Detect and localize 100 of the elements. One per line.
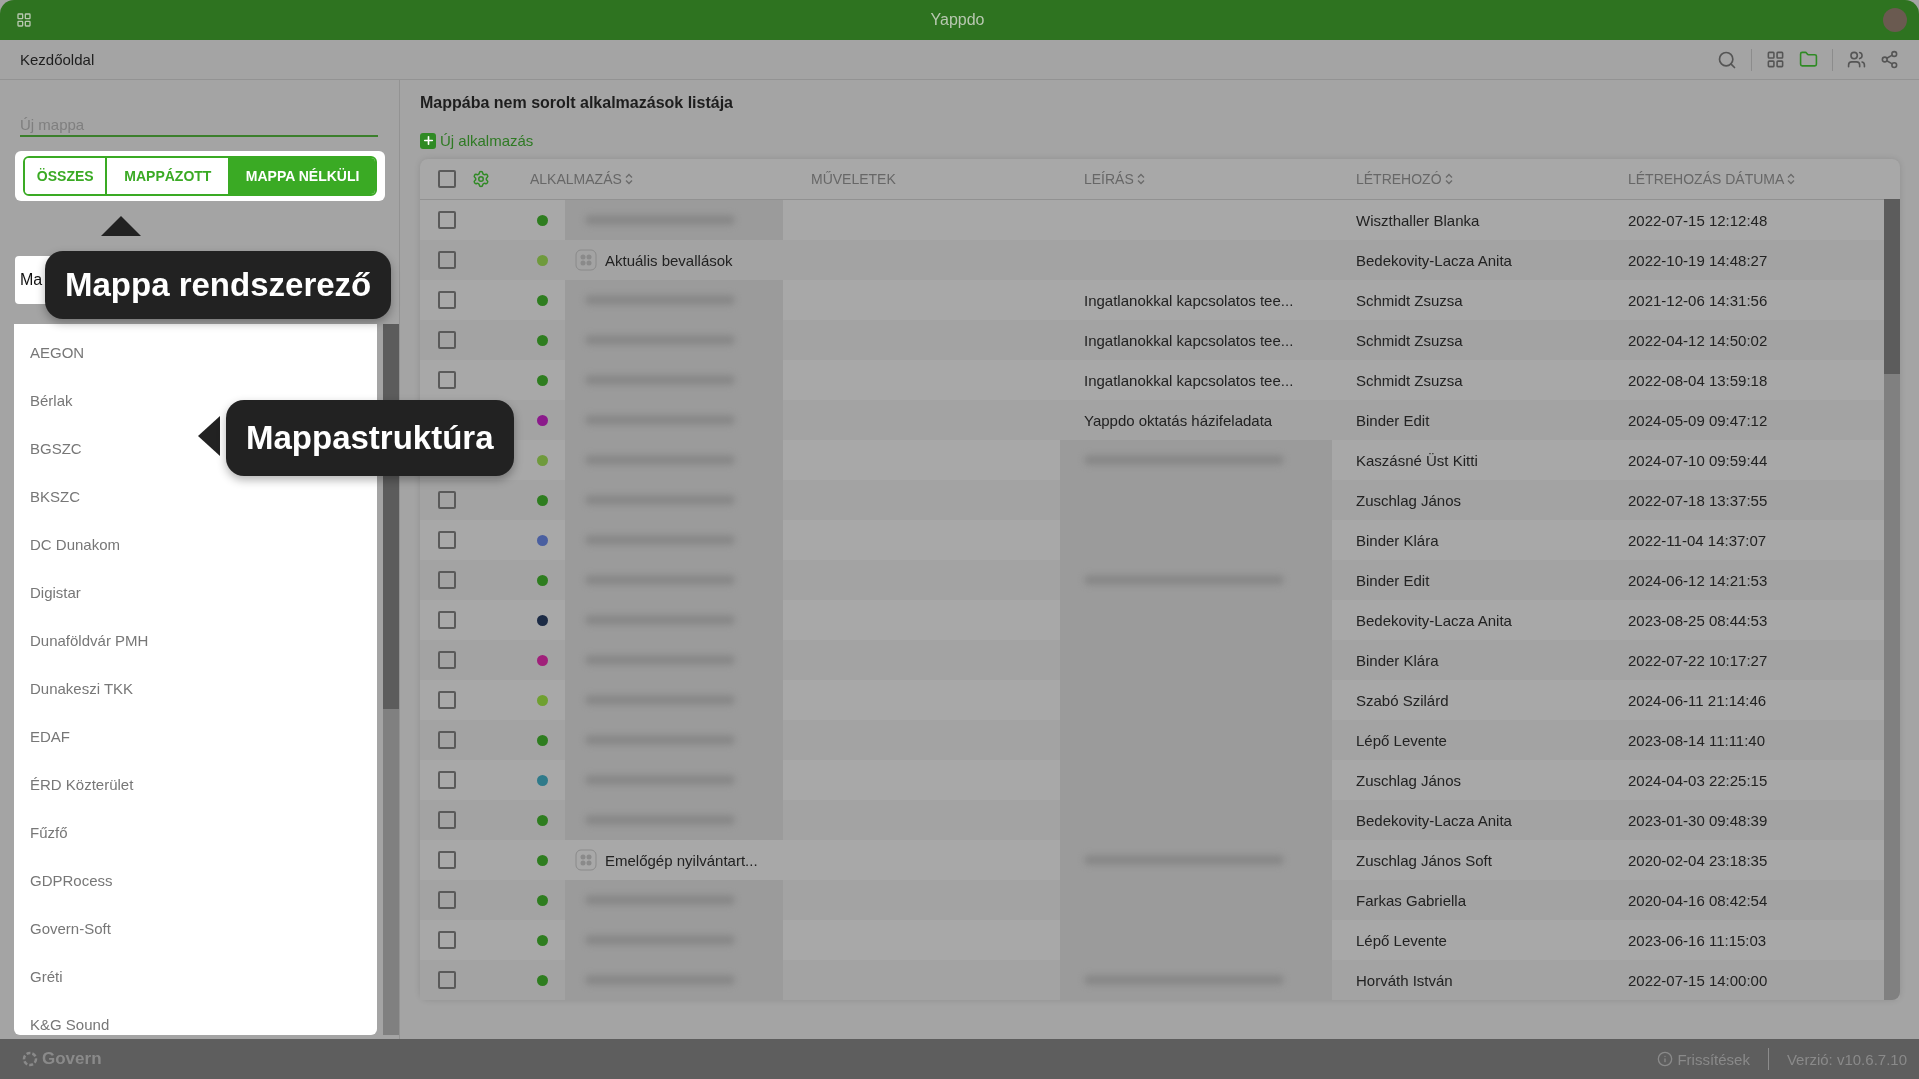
row-checkbox[interactable] [438, 971, 456, 989]
column-header[interactable]: LÉTREHOZÓ [1332, 171, 1604, 187]
date-text: 2022-07-15 14:00:00 [1627, 971, 1769, 989]
table-scrollbar[interactable] [1884, 199, 1900, 1000]
date-text: 2024-07-10 09:59:44 [1627, 451, 1769, 469]
folder-item[interactable]: Gréti [14, 952, 378, 1000]
creator-text: Kaszásné Üst Kitti [1355, 451, 1479, 469]
folder-item[interactable]: Dunaföldvár PMH [14, 616, 378, 664]
sort-icon[interactable] [1444, 173, 1453, 185]
breadcrumb[interactable]: Kezdőoldal [20, 51, 95, 68]
creator-text: Bedekovity-Lacza Anita [1355, 251, 1513, 269]
tooltip-pointer [101, 216, 141, 236]
row-checkbox[interactable] [438, 531, 456, 549]
grid-icon[interactable] [1766, 50, 1785, 69]
sort-icon[interactable] [1787, 173, 1796, 185]
description-text: Ingatlanokkal kapcsolatos tee... [1084, 331, 1294, 349]
date-text: 2023-06-16 11:15:03 [1627, 931, 1768, 949]
tooltip: Mappastruktúra [226, 400, 514, 476]
date-text: 2020-04-16 08:42:54 [1627, 891, 1769, 909]
folder-item[interactable]: Govern-Soft [14, 904, 378, 952]
row-checkbox[interactable] [438, 771, 456, 789]
plus-icon[interactable] [420, 132, 436, 149]
folder-item[interactable]: AEGON [14, 328, 378, 376]
sort-icon[interactable] [1136, 173, 1145, 185]
folder-item[interactable]: K&G Sound [14, 1000, 378, 1035]
folder-item[interactable]: EDAF [14, 712, 378, 760]
date-text: 2022-08-04 13:59:18 [1627, 371, 1769, 389]
row-checkbox[interactable] [438, 931, 456, 949]
apps-grid-icon[interactable] [16, 12, 32, 28]
creator-text: Schmidt Zsuzsa [1355, 291, 1464, 309]
folder-icon[interactable] [1799, 50, 1818, 69]
row-checkbox[interactable] [438, 691, 456, 709]
row-checkbox[interactable] [438, 651, 456, 669]
users-icon[interactable] [1847, 50, 1866, 69]
window-title: Yappdo [930, 11, 985, 29]
app-icon [575, 249, 597, 271]
row-checkbox[interactable] [438, 251, 456, 269]
network-icon[interactable] [1880, 50, 1899, 69]
row-checkbox[interactable] [438, 731, 456, 749]
date-text: 2024-05-09 09:47:12 [1627, 411, 1769, 429]
column-header[interactable]: LEÍRÁS [1060, 171, 1332, 187]
app-name[interactable]: Emelőgép nyilvántart... [605, 851, 758, 869]
date-text: 2022-11-04 14:37:07 [1627, 531, 1768, 549]
date-text: 2024-06-12 14:21:53 [1627, 571, 1769, 589]
creator-text: Binder Klára [1355, 531, 1440, 549]
creator-text: Bedekovity-Lacza Anita [1355, 611, 1513, 629]
folder-item[interactable]: ÉRD Közterület [14, 760, 378, 808]
folder-item[interactable]: GDPRocess [14, 856, 378, 904]
description-text: Ingatlanokkal kapcsolatos tee... [1084, 291, 1294, 309]
folder-item[interactable]: Dunakeszi TKK [14, 664, 378, 712]
creator-text: Farkas Gabriella [1355, 891, 1468, 909]
creator-text: Zuschlag János [1355, 491, 1463, 509]
tooltip-pointer [198, 416, 220, 456]
date-text: 2024-04-03 22:25:15 [1627, 771, 1769, 789]
date-text: 2022-04-12 14:50:02 [1627, 331, 1769, 349]
app-icon [575, 849, 597, 871]
row-checkbox[interactable] [438, 371, 456, 389]
folder-item[interactable]: Digistar [14, 568, 378, 616]
creator-text: Zuschlag János Soft [1355, 851, 1493, 869]
row-checkbox[interactable] [438, 491, 456, 509]
column-header[interactable]: LÉTREHOZÁS DÁTUMA [1604, 171, 1884, 187]
date-text: 2023-08-14 11:11:40 [1627, 731, 1767, 749]
app-name[interactable]: Aktuális bevallások [605, 251, 733, 269]
description-text: Yappdo oktatás házifeladata [1084, 411, 1273, 429]
creator-text: Horváth István [1355, 971, 1454, 989]
column-header: MŰVELETEK [811, 171, 897, 187]
creator-text: Schmidt Zsuzsa [1355, 371, 1464, 389]
row-checkbox[interactable] [438, 211, 456, 229]
date-text: 2023-01-30 09:48:39 [1627, 811, 1769, 829]
select-all-checkbox[interactable] [438, 170, 456, 188]
row-checkbox[interactable] [438, 331, 456, 349]
creator-text: Zuschlag János [1355, 771, 1463, 789]
row-checkbox[interactable] [438, 291, 456, 309]
sort-icon[interactable] [624, 173, 633, 185]
folder-item[interactable]: Fűzfő [14, 808, 378, 856]
creator-text: Lépő Levente [1355, 731, 1448, 749]
date-text: 2022-07-22 10:17:27 [1627, 651, 1769, 669]
creator-text: Binder Edit [1355, 411, 1431, 429]
folder-item[interactable]: DC Dunakom [14, 520, 378, 568]
search-icon[interactable] [1717, 49, 1737, 70]
date-text: 2020-02-04 23:18:35 [1627, 851, 1769, 869]
date-text: 2022-07-15 12:12:48 [1627, 211, 1769, 229]
column-header[interactable]: ALKALMAZÁS [520, 171, 811, 187]
row-checkbox[interactable] [438, 611, 456, 629]
info-icon[interactable] [1657, 1051, 1674, 1067]
tooltip: Mappa rendszerező [45, 251, 392, 319]
creator-text: Lépő Levente [1355, 931, 1448, 949]
date-text: 2023-08-25 08:44:53 [1627, 611, 1769, 629]
row-checkbox[interactable] [438, 811, 456, 829]
creator-text: Bedekovity-Lacza Anita [1355, 811, 1513, 829]
filter-tab[interactable]: MAPPA NÉLKÜLI [228, 158, 375, 194]
creator-text: Schmidt Zsuzsa [1355, 331, 1464, 349]
row-checkbox[interactable] [438, 571, 456, 589]
row-checkbox[interactable] [438, 851, 456, 869]
row-checkbox[interactable] [438, 891, 456, 909]
settings-icon[interactable] [472, 170, 490, 188]
page-heading: Mappába nem sorolt alkalmazások listája [420, 94, 734, 112]
creator-text: Wiszthaller Blanka [1355, 211, 1481, 229]
creator-text: Binder Edit [1355, 571, 1431, 589]
creator-text: Szabó Szilárd [1355, 691, 1450, 709]
